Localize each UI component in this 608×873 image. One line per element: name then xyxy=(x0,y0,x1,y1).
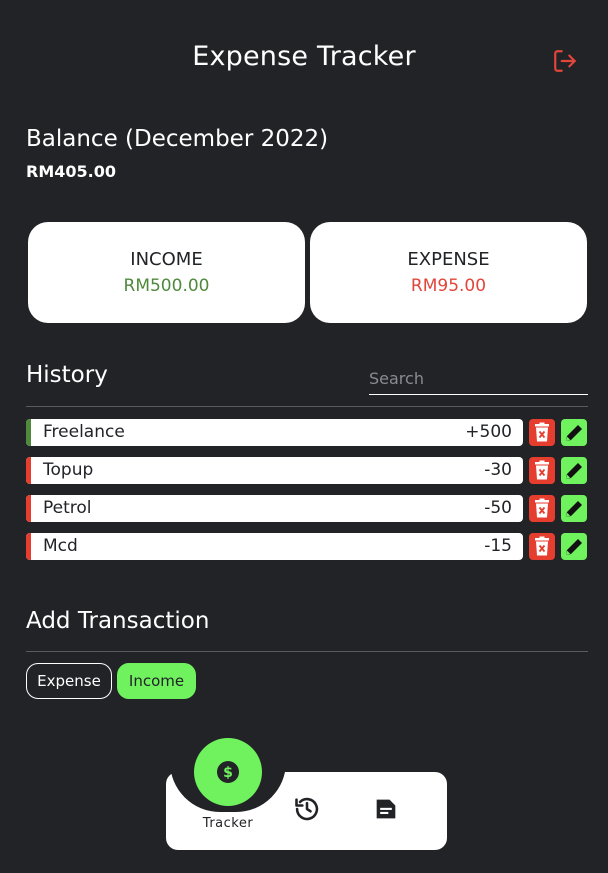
document-icon[interactable] xyxy=(372,795,400,823)
history-icon[interactable] xyxy=(293,795,321,823)
history-row: Mcd -15 xyxy=(26,533,588,560)
history-row: Freelance +500 xyxy=(26,419,588,446)
logout-icon[interactable] xyxy=(552,48,578,74)
edit-button[interactable] xyxy=(561,533,587,560)
tracker-nav-label: Tracker xyxy=(202,816,254,831)
history-item: Petrol -50 xyxy=(26,495,523,522)
pencil-icon xyxy=(566,425,582,441)
income-label: INCOME xyxy=(130,249,203,270)
add-transaction-divider xyxy=(26,651,588,652)
pencil-icon xyxy=(566,501,582,517)
transaction-amount: -30 xyxy=(484,460,512,480)
edit-button[interactable] xyxy=(561,419,587,446)
income-card: INCOME RM500.00 xyxy=(28,222,305,323)
dollar-icon: $ xyxy=(217,761,239,783)
add-transaction-title: Add Transaction xyxy=(26,608,210,634)
transaction-amount: +500 xyxy=(465,422,512,442)
history-item: Topup -30 xyxy=(26,457,523,484)
history-item: Freelance +500 xyxy=(26,419,523,446)
expense-card: EXPENSE RM95.00 xyxy=(310,222,587,323)
edit-button[interactable] xyxy=(561,495,587,522)
transaction-name: Freelance xyxy=(43,422,125,442)
transaction-name: Mcd xyxy=(43,536,78,556)
trash-icon xyxy=(535,460,549,480)
delete-button[interactable] xyxy=(529,457,555,484)
expense-label: EXPENSE xyxy=(407,249,490,270)
tracker-nav-button[interactable]: $ xyxy=(194,738,262,806)
history-row: Petrol -50 xyxy=(26,495,588,522)
history-item: Mcd -15 xyxy=(26,533,523,560)
delete-button[interactable] xyxy=(529,495,555,522)
transaction-type-indicator xyxy=(26,457,31,484)
trash-icon xyxy=(535,498,549,518)
expense-value: RM95.00 xyxy=(410,276,487,296)
income-value: RM500.00 xyxy=(123,276,210,296)
trash-icon xyxy=(535,536,549,556)
delete-button[interactable] xyxy=(529,533,555,560)
pencil-icon xyxy=(566,463,582,479)
transaction-type-indicator xyxy=(26,533,31,560)
history-title: History xyxy=(26,362,108,388)
svg-text:$: $ xyxy=(223,765,233,781)
app-title: Expense Tracker xyxy=(192,41,416,72)
delete-button[interactable] xyxy=(529,419,555,446)
pencil-icon xyxy=(566,539,582,555)
balance-amount: RM405.00 xyxy=(26,162,116,181)
search-input[interactable] xyxy=(369,362,588,395)
transaction-amount: -15 xyxy=(484,536,512,556)
transaction-name: Petrol xyxy=(43,498,92,518)
header: Expense Tracker xyxy=(0,36,608,84)
edit-button[interactable] xyxy=(561,457,587,484)
balance-title: Balance (December 2022) xyxy=(26,126,329,152)
history-row: Topup -30 xyxy=(26,457,588,484)
history-divider xyxy=(26,406,588,407)
trash-icon xyxy=(535,422,549,442)
transaction-type-indicator xyxy=(26,419,31,446)
transaction-amount: -50 xyxy=(484,498,512,518)
income-toggle-button[interactable]: Income xyxy=(117,663,196,699)
transaction-type-indicator xyxy=(26,495,31,522)
expense-toggle-button[interactable]: Expense xyxy=(26,663,112,699)
transaction-name: Topup xyxy=(43,460,94,480)
